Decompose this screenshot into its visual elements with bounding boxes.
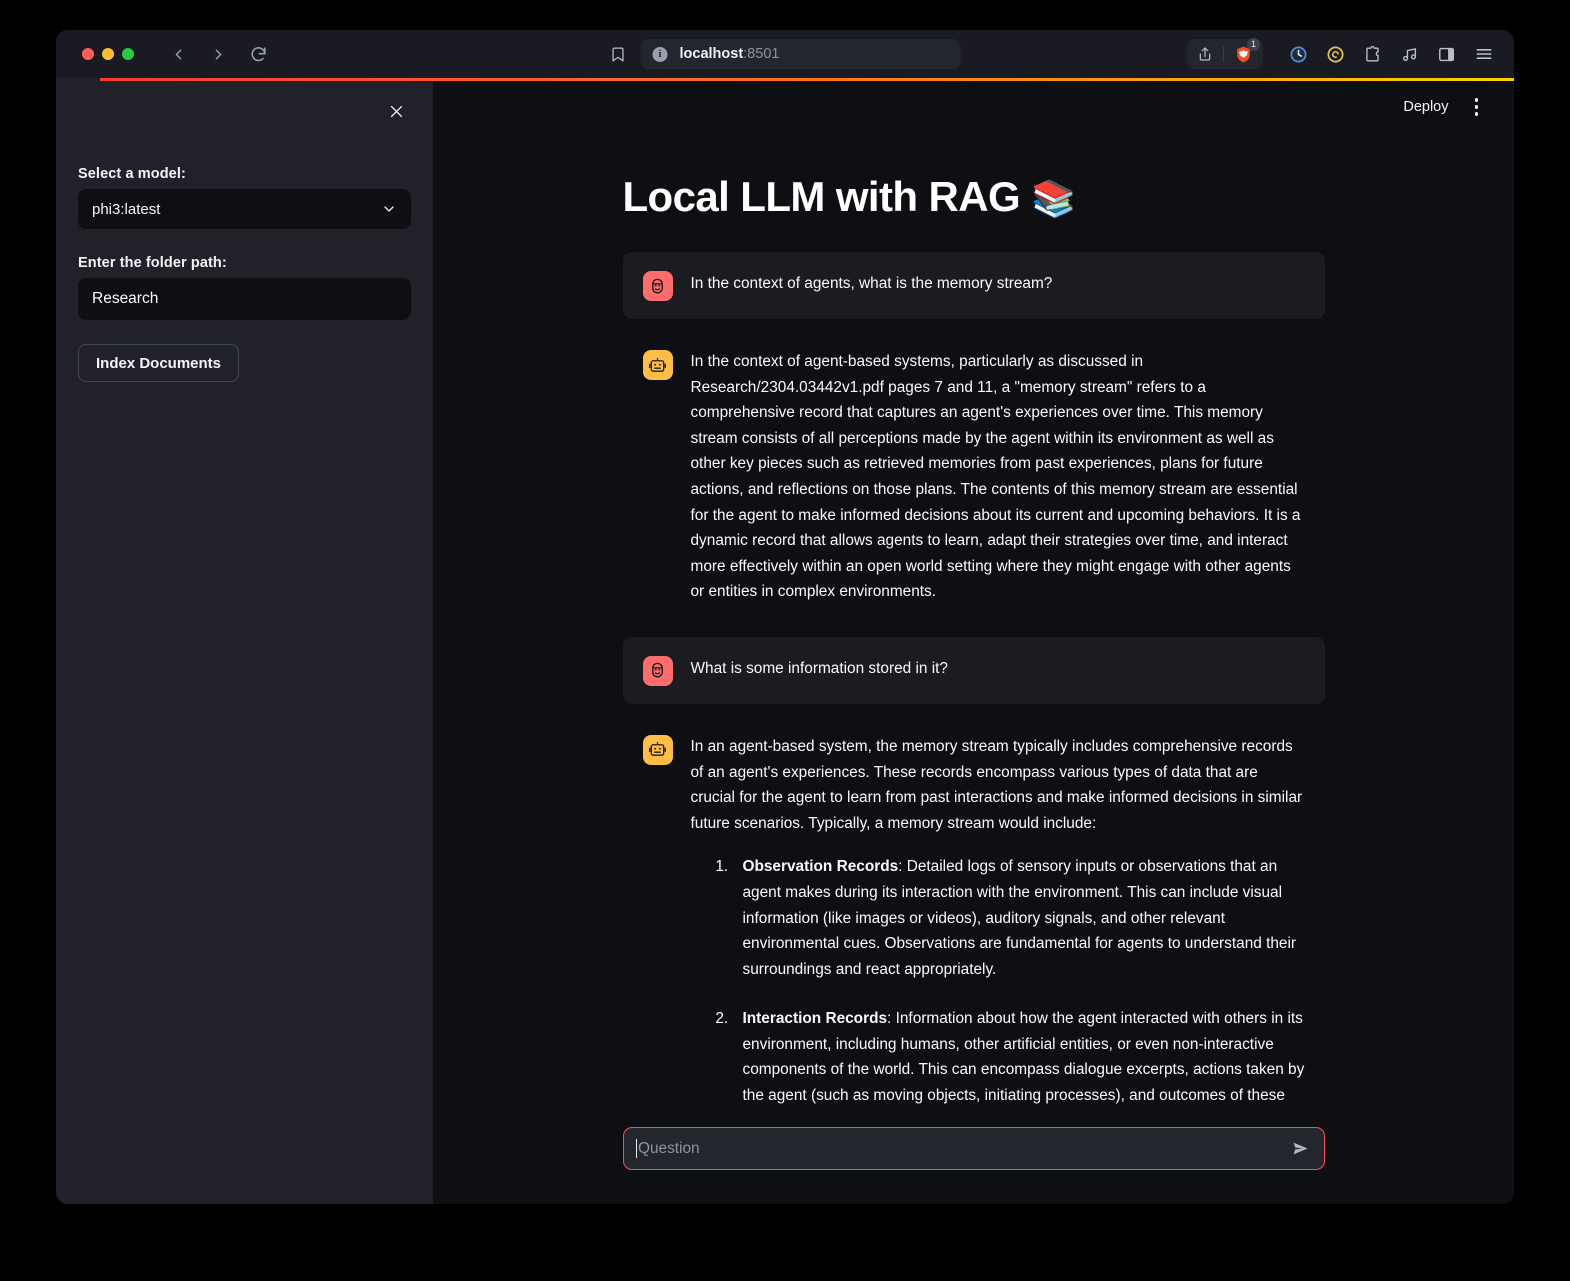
app-sidebar: Select a model: phi3:latest Enter the fo…: [56, 78, 433, 1204]
address-bar-group: i localhost:8501: [610, 39, 961, 69]
chat-message-text: In the context of agents, what is the me…: [690, 275, 1053, 292]
text-caret: [635, 1139, 637, 1158]
hamburger-menu-icon[interactable]: [1474, 44, 1494, 64]
url-port: :8501: [743, 46, 780, 62]
list-item: Observation Records: Detailed logs of se…: [733, 854, 1305, 982]
chat-message-body: In the context of agent-based systems, p…: [691, 349, 1305, 605]
chat-message-user: What is some information stored in it?: [622, 636, 1325, 704]
sidebar-close-icon[interactable]: [381, 96, 411, 126]
sidebar-content: Select a model: phi3:latest Enter the fo…: [78, 78, 411, 382]
chat-input-placeholder: Question: [638, 1139, 700, 1157]
chat-message-user: In the context of agents, what is the me…: [622, 252, 1325, 319]
deploy-button[interactable]: Deploy: [1403, 99, 1448, 115]
chat-paragraph: In the context of agent-based systems, p…: [690, 353, 1301, 601]
site-info-icon[interactable]: i: [652, 46, 668, 62]
reload-icon[interactable]: [244, 40, 272, 68]
toolbar-right-group: 1: [1187, 37, 1500, 69]
share-icon[interactable]: [1197, 46, 1213, 62]
url-text: localhost:8501: [680, 46, 780, 62]
bookmark-icon[interactable]: [610, 46, 627, 63]
chevron-down-icon: [381, 201, 397, 217]
assistant-avatar-icon: [642, 734, 673, 765]
history-icon[interactable]: [1289, 45, 1308, 64]
folder-path-label: Enter the folder path:: [78, 255, 227, 271]
browser-toolbar: i localhost:8501 1: [56, 30, 1514, 78]
chat-input-dock: Question: [433, 1114, 1514, 1204]
brave-shield-count: 1: [1247, 37, 1260, 51]
list-item-body: : Detailed logs of sensory inputs or obs…: [742, 858, 1297, 978]
overflow-menu-icon[interactable]: [1471, 94, 1483, 120]
page-title: Local LLM with RAG 📚: [623, 173, 1325, 221]
brave-shield-icon[interactable]: 1: [1234, 37, 1260, 64]
app-main: Deploy Local LLM with RAG 📚 In the conte…: [433, 78, 1514, 1204]
back-arrow-icon[interactable]: [164, 40, 192, 68]
window-traffic-lights: [82, 48, 134, 60]
user-avatar-icon: [642, 271, 673, 301]
sidebar-toggle-icon[interactable]: [1437, 45, 1456, 64]
page-loading-bar: [100, 78, 1514, 81]
model-select[interactable]: phi3:latest: [78, 189, 411, 229]
folder-path-input[interactable]: Research: [78, 278, 411, 320]
toolbar-divider: [1223, 46, 1224, 62]
list-item-term: Interaction Records: [742, 1010, 888, 1028]
folder-path-value: Research: [92, 290, 159, 307]
share-and-shields-group: 1: [1187, 37, 1263, 69]
books-emoji-icon: 📚: [1031, 178, 1076, 219]
chat-message-text: What is some information stored in it?: [690, 659, 948, 677]
assistant-avatar-icon: [642, 350, 673, 380]
navigation-buttons: [164, 40, 272, 68]
extension-icons: [1289, 44, 1494, 64]
chat-column: Local LLM with RAG 📚 In the context of a…: [622, 173, 1325, 1202]
forward-arrow-icon[interactable]: [204, 40, 232, 68]
extensions-icon[interactable]: [1363, 45, 1382, 64]
model-select-label: Select a model:: [78, 166, 186, 182]
chat-message-assistant: In the context of agent-based systems, p…: [623, 333, 1325, 623]
minimize-window-button[interactable]: [102, 48, 114, 60]
page-viewport: Select a model: phi3:latest Enter the fo…: [56, 78, 1514, 1204]
page-title-text: Local LLM with RAG: [622, 173, 1021, 220]
user-avatar-icon: [642, 655, 673, 686]
chat-input[interactable]: Question: [622, 1127, 1325, 1170]
chat-scroll-area[interactable]: Local LLM with RAG 📚 In the context of a…: [433, 136, 1514, 1204]
music-icon[interactable]: [1400, 45, 1419, 64]
send-arrow-icon[interactable]: [1291, 1139, 1310, 1158]
index-documents-button[interactable]: Index Documents: [78, 344, 240, 382]
url-bar[interactable]: i localhost:8501: [640, 39, 961, 69]
streamlit-header: Deploy: [433, 78, 1514, 136]
list-item-term: Observation Records: [742, 858, 899, 876]
chat-paragraph: In an agent-based system, the memory str…: [690, 737, 1303, 832]
brave-wallet-icon[interactable]: [1326, 45, 1345, 64]
url-host: localhost: [679, 46, 744, 62]
close-window-button[interactable]: [82, 48, 94, 60]
browser-window: i localhost:8501 1 Select a model: phi3:…: [56, 30, 1514, 1204]
maximize-window-button[interactable]: [122, 48, 134, 60]
model-select-value: phi3:latest: [92, 200, 161, 218]
